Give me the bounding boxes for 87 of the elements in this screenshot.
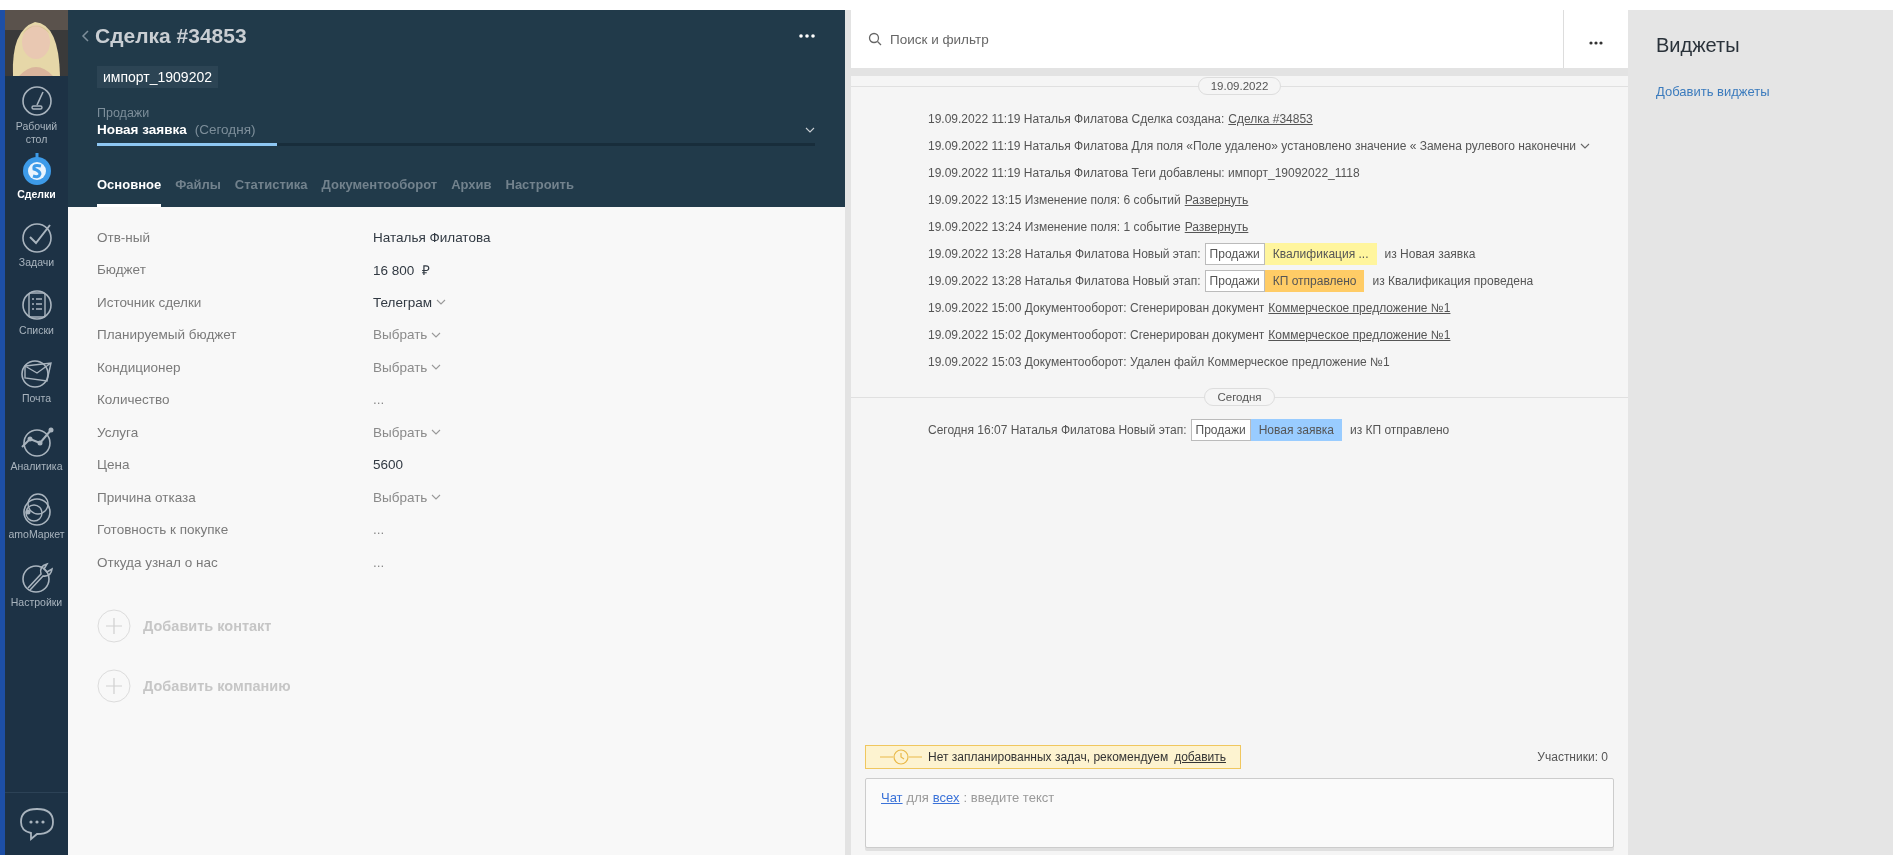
sidebar-item[interactable]: amoМаркет xyxy=(5,484,68,552)
event-text: 19.09.2022 13:24 Изменение поля: 1 событие xyxy=(928,219,1181,234)
stage-badge: Новая заявка xyxy=(1250,418,1342,441)
sidebar-item[interactable]: Списки xyxy=(5,280,68,348)
chat-input-field[interactable]: Чат для всех : введите текст xyxy=(865,778,1614,848)
back-icon[interactable] xyxy=(81,30,89,42)
sidebar-item[interactable]: Задачи xyxy=(5,212,68,280)
field-label: Откуда узнал о нас xyxy=(97,554,219,570)
chevron-down-icon xyxy=(431,331,442,338)
stage-pipeline-badge: Продажи xyxy=(1204,269,1265,292)
event-link[interactable]: Развернуть xyxy=(1184,192,1249,207)
notice-text: Нет запланированных задач, рекомендуем xyxy=(928,750,1169,764)
sidebar-item[interactable]: Рабочий стол xyxy=(5,76,68,144)
field-select[interactable]: Выбрать xyxy=(373,359,442,375)
field-select[interactable]: Выбрать xyxy=(373,327,442,343)
field-select[interactable]: Выбрать xyxy=(373,424,442,440)
event-text: из Квалификация проведена xyxy=(1372,273,1534,288)
event-text: 19.09.2022 15:03 Документооборот: Удален файл Коммерческое предложение №1 xyxy=(928,354,1390,369)
stage-pipeline-badge: Продажи xyxy=(1204,242,1265,265)
stage-date: (Сегодня) xyxy=(194,122,257,137)
add-task-link[interactable]: добавить xyxy=(1174,750,1226,764)
more-icon[interactable] xyxy=(799,34,815,38)
sidebar-item[interactable]: Аналитика xyxy=(5,416,68,484)
event-text: 19.09.2022 11:19 Наталья Филатова Сделка создана: xyxy=(928,111,1225,126)
deal-title: Сделка #34853 xyxy=(95,24,248,48)
tag-chip[interactable]: импорт_1909202 xyxy=(97,66,218,88)
widgets-title: Виджеты xyxy=(1656,34,1741,57)
sidebar-item[interactable]: Сделки xyxy=(5,144,68,212)
pipeline-label: Продажи xyxy=(97,106,151,120)
stage-badge: КП отправлено xyxy=(1264,269,1365,292)
chat-link[interactable]: Чат xyxy=(881,790,903,805)
event-text: Сегодня 16:07 Наталья Филатова Новый этап: xyxy=(928,422,1187,437)
chat-link[interactable]: всех xyxy=(932,790,960,805)
field-value[interactable]: 5600 xyxy=(373,457,404,473)
sidebar-icon xyxy=(19,560,54,594)
field-label: Источник сделки xyxy=(97,294,203,310)
field-value[interactable]: Наталья Филатова xyxy=(373,229,491,245)
event-link[interactable]: Коммерческое предложение №1 xyxy=(1268,327,1451,342)
field-label: Причина отказа xyxy=(97,489,197,505)
event-text: 19.09.2022 15:02 Документооборот: Сгенерирован документ xyxy=(928,327,1265,342)
event-text: 19.09.2022 11:19 Наталья Филатова Теги добавлены: импорт_19092022_1118 xyxy=(928,165,1360,180)
clock-icon xyxy=(880,749,922,765)
field-label: Услуга xyxy=(97,424,140,440)
chevron-down-icon xyxy=(431,429,442,436)
search-field[interactable]: Поиск и фильтр xyxy=(888,30,1092,48)
sidebar-icon xyxy=(19,84,54,118)
event-text: из КП отправлено xyxy=(1349,422,1450,437)
chat-placeholder-text: для xyxy=(906,790,929,805)
event-link[interactable]: Сделка #34853 xyxy=(1228,111,1313,126)
event-link[interactable]: Развернуть xyxy=(1184,219,1249,234)
field-label: Отв-ный xyxy=(97,229,152,245)
field-label: Цена xyxy=(97,457,131,473)
tab[interactable]: Основное xyxy=(97,177,162,207)
field-select[interactable]: Выбрать xyxy=(373,489,442,505)
event-text: 19.09.2022 15:00 Документооборот: Сгенерирован документ xyxy=(928,300,1265,315)
event-text: 19.09.2022 11:19 Наталья Филатова Для поля «Поле удалено» установлено значение « Замена рулевого наконечни xyxy=(928,138,1576,153)
add-widgets-link[interactable]: Добавить виджеты xyxy=(1656,84,1770,99)
sidebar-icon xyxy=(19,288,54,322)
sidebar-item[interactable]: Настройки xyxy=(5,552,68,620)
more-icon xyxy=(1589,40,1603,45)
stage-badge: Квалификация ... xyxy=(1264,242,1377,265)
search-icon xyxy=(868,32,882,46)
sidebar-icon xyxy=(19,220,54,254)
field-label: Кондиционер xyxy=(97,359,182,375)
date-separator: 19.09.2022 xyxy=(1197,77,1282,95)
event-text: из Новая заявка xyxy=(1384,246,1476,261)
stage-pipeline-badge: Продажи xyxy=(1190,418,1251,441)
chevron-down-icon xyxy=(431,364,442,371)
participants-count: Участники: 0 xyxy=(1537,750,1608,764)
field-label: Планируемый бюджет xyxy=(97,327,238,343)
chevron-down-icon xyxy=(805,126,815,133)
chevron-down-icon xyxy=(431,494,442,501)
event-link[interactable]: Коммерческое предложение №1 xyxy=(1268,300,1451,315)
date-separator: Сегодня xyxy=(1204,388,1275,406)
field-label: Готовность к покупке xyxy=(97,522,230,538)
field-select[interactable]: Телеграм xyxy=(373,294,447,310)
chevron-down-icon xyxy=(436,299,447,306)
event-text: 19.09.2022 13:15 Изменение поля: 6 событий xyxy=(928,192,1181,207)
event-text: 19.09.2022 13:28 Наталья Филатова Новый этап: xyxy=(928,246,1201,261)
chat-placeholder-text: : введите текст xyxy=(963,790,1055,805)
event-text: 19.09.2022 13:28 Наталья Филатова Новый этап: xyxy=(928,273,1201,288)
stage-name[interactable]: Новая заявка xyxy=(97,122,187,137)
field-label: Бюджет xyxy=(97,262,147,278)
sidebar-item[interactable]: Почта xyxy=(5,348,68,416)
field-value[interactable]: 16 800 ₽ xyxy=(373,260,430,279)
expand-icon[interactable] xyxy=(1580,142,1590,149)
field-label: Количество xyxy=(97,392,171,408)
